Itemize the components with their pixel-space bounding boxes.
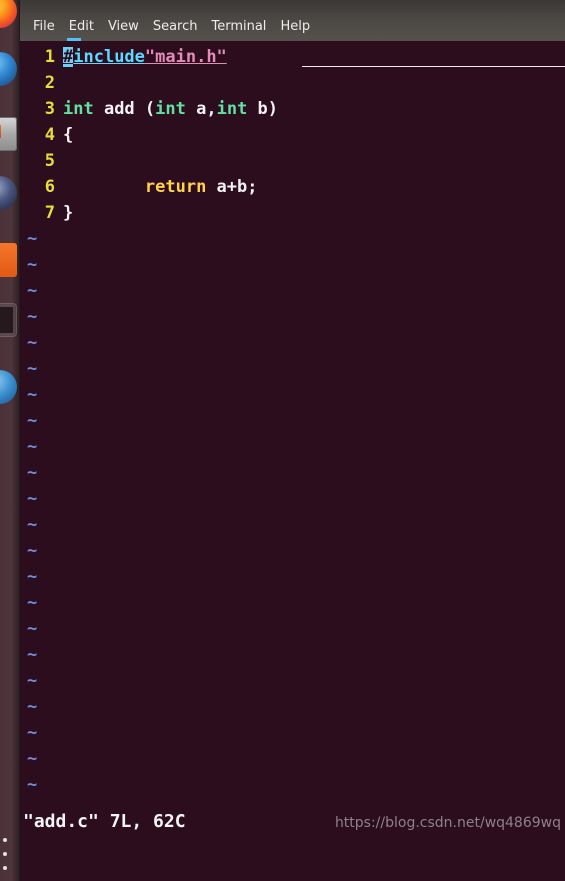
terminal-icon[interactable] [0,303,17,337]
tilde-marker: ~ [27,697,38,717]
watermark-text: https://blog.csdn.net/wq4869wq [334,815,561,831]
code-line[interactable]: 3 int add (int a,int b) [19,96,565,122]
code-token: { [63,125,74,145]
cursor-line-underline [302,66,565,67]
line-number: 4 [44,125,55,145]
tilde-marker: ~ [27,333,38,353]
firefox-icon[interactable] [0,0,17,28]
code-line[interactable]: 2 [19,70,565,96]
tilde-marker: ~ [27,281,38,301]
files-icon[interactable] [0,117,17,151]
code-token: b) [247,99,279,119]
tilde-marker: ~ [27,671,38,691]
tilde-marker: ~ [27,593,38,613]
code-token: add [93,99,145,119]
menu-item-terminal[interactable]: Terminal [204,20,273,41]
empty-line-row: ~ [19,408,565,434]
empty-line-row: ~ [19,512,565,538]
empty-line-row: ~ [19,226,565,252]
empty-line-row: ~ [19,668,565,694]
code-token: include [73,47,145,67]
code-line-list: 1 #include"main.h" 2 3 int add (int a,int b)… [19,44,565,226]
code-token: a, [185,99,217,119]
code-token: int [155,99,186,119]
empty-line-row: ~ [19,356,565,382]
tilde-marker: ~ [27,645,38,665]
tilde-marker: ~ [27,437,38,457]
file-status-text: "add.c" 7L, 62C [23,811,186,832]
tilde-marker: ~ [27,723,38,743]
tilde-marker: ~ [27,749,38,769]
line-number: 3 [44,99,55,119]
empty-line-row: ~ [19,746,565,772]
code-line[interactable]: 7} [19,200,565,226]
code-token: ( [144,99,156,119]
line-number: 5 [44,151,55,171]
terminal-window: File Edit View Search Terminal Help 1 #include… [19,0,565,881]
empty-line-row: ~ [19,642,565,668]
line-number: 1 [44,47,55,67]
tilde-marker: ~ [27,567,38,587]
menu-item-view[interactable]: View [101,20,146,41]
empty-line-row: ~ [19,330,565,356]
tilde-marker: ~ [27,255,38,275]
tilde-marker: ~ [27,229,38,249]
empty-line-row: ~ [19,486,565,512]
empty-line-row: ~ [19,564,565,590]
code-token: a+b; [206,177,258,197]
browser-dark-icon[interactable] [0,176,17,210]
code-token: int [63,99,94,119]
line-number: 6 [44,177,55,197]
menu-item-file[interactable]: File [26,20,62,41]
tilde-marker: ~ [27,489,38,509]
line-number: 2 [44,73,55,93]
terminal-menubar[interactable]: File Edit View Search Terminal Help [19,0,565,41]
tilde-marker: ~ [27,385,38,405]
orange-app-icon[interactable] [0,243,17,277]
empty-line-row: ~ [19,772,565,798]
empty-line-row: ~ [19,590,565,616]
empty-line-row: ~ [19,616,565,642]
launcher-dot-2 [3,852,7,856]
vim-statusline: "add.c" 7L, 62C https://blog.csdn.net/wq… [19,807,565,844]
empty-line-row: ~ [19,694,565,720]
empty-line-row: ~ [19,278,565,304]
empty-line-row: ~ [19,720,565,746]
empty-line-row: ~ [19,538,565,564]
empty-line-marker-list: ~~~~~~~~~~~~~~~~~~~~~~~~~ [19,226,565,844]
tilde-marker: ~ [27,359,38,379]
blue-app-icon[interactable] [0,370,17,404]
vim-editor-area[interactable]: 1 #include"main.h" 2 3 int add (int a,int b)… [19,41,565,844]
code-token: # [63,47,74,67]
launcher-dot-1 [3,838,7,842]
tilde-marker: ~ [27,619,38,639]
tilde-marker: ~ [27,307,38,327]
empty-line-row: ~ [19,304,565,330]
menu-item-search[interactable]: Search [146,20,205,41]
empty-line-row: ~ [19,382,565,408]
empty-line-row: ~ [19,434,565,460]
code-line[interactable]: 4{ [19,122,565,148]
code-token: } [63,203,74,223]
tilde-marker: ~ [27,463,38,483]
empty-line-row: ~ [19,252,565,278]
tilde-marker: ~ [27,515,38,535]
tilde-marker: ~ [27,541,38,561]
desktop-screen: File Edit View Search Terminal Help 1 #include… [0,0,565,881]
unity-launcher[interactable] [0,0,20,881]
empty-line-row: ~ [19,460,565,486]
line-number: 7 [44,203,55,223]
code-line[interactable]: 5 [19,148,565,174]
browser-blue-icon[interactable] [0,52,17,86]
tilde-marker: ~ [27,775,38,795]
code-line[interactable]: 6 return a+b; [19,174,565,200]
code-token: int [216,99,248,119]
code-token: return [144,177,207,197]
launcher-dot-3 [3,866,7,870]
code-token: "main.h" [144,47,227,67]
menu-item-help[interactable]: Help [273,20,317,41]
tilde-marker: ~ [27,411,38,431]
